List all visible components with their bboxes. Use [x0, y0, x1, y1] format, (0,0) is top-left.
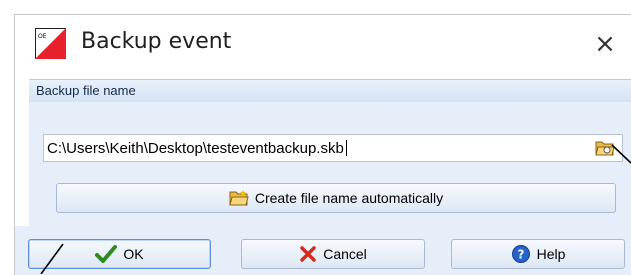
callout-lines-overlay: [40, 144, 631, 274]
screenshot-frame: OE Backup event × Backup file name C:\Us…: [0, 0, 631, 275]
callout-line-browse: [611, 144, 631, 164]
callout-line-ok: [40, 243, 64, 274]
